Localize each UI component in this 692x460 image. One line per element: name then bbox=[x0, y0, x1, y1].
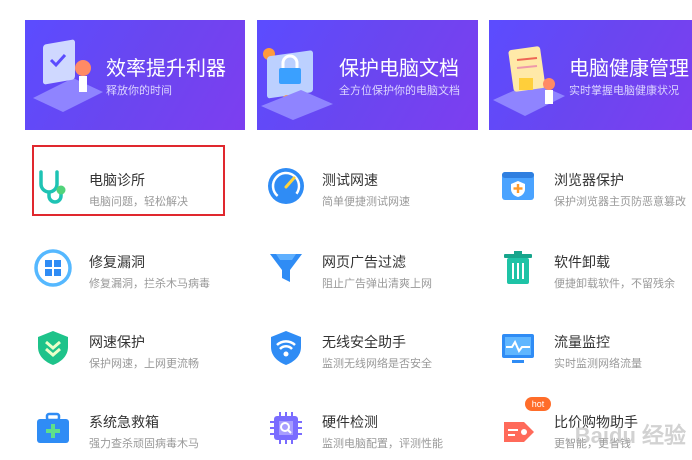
tool-name: 网页广告过滤 bbox=[322, 254, 406, 270]
tool-name: 系统急救箱 bbox=[89, 414, 159, 430]
speedometer-icon bbox=[268, 168, 304, 204]
tool-desc: 便捷卸载软件，不留残余 bbox=[554, 278, 675, 290]
banner-health[interactable]: 电脑健康管理 实时掌握电脑健康状况 bbox=[489, 20, 692, 130]
tool-browser-protect[interactable]: 浏览器保护 保护浏览器主页防恶意篡改 bbox=[490, 158, 692, 218]
tool-name: 无线安全助手 bbox=[322, 334, 406, 350]
browser-shield-icon bbox=[502, 172, 534, 200]
tool-first-aid[interactable]: 系统急救箱 强力查杀顽固病毒木马 bbox=[25, 400, 245, 460]
tool-name: 软件卸载 bbox=[554, 254, 610, 270]
efficiency-illustration-icon bbox=[33, 39, 103, 112]
tool-desc: 强力查杀顽固病毒木马 bbox=[89, 438, 199, 450]
wifi-shield-icon bbox=[271, 331, 301, 365]
banner-subtitle: 实时掌握电脑健康状况 bbox=[569, 85, 679, 97]
health-report-illustration-icon bbox=[493, 46, 565, 116]
banner-protect-docs[interactable]: 保护电脑文档 全方位保护你的电脑文档 bbox=[257, 20, 478, 130]
tool-desc: 保护网速，上网更流畅 bbox=[89, 358, 199, 370]
tool-ad-filter[interactable]: 网页广告过滤 阻止广告弹出清爽上网 bbox=[258, 240, 478, 300]
speed-shield-icon bbox=[38, 331, 68, 365]
tool-name: 测试网速 bbox=[322, 172, 378, 188]
tool-desc: 实时监测网络流量 bbox=[554, 358, 642, 370]
banner-subtitle: 释放你的时间 bbox=[106, 85, 172, 97]
hot-badge: hot bbox=[525, 397, 551, 411]
tool-traffic-monitor[interactable]: 流量监控 实时监测网络流量 bbox=[490, 320, 692, 380]
tool-speed-protect[interactable]: 网速保护 保护网速，上网更流畅 bbox=[25, 320, 245, 380]
monitor-icon bbox=[502, 334, 534, 363]
tool-name: 流量监控 bbox=[554, 334, 610, 350]
tool-desc: 简单便捷测试网速 bbox=[322, 196, 410, 208]
document-lock-illustration-icon bbox=[261, 48, 333, 120]
tool-uninstall[interactable]: 软件卸载 便捷卸载软件，不留残余 bbox=[490, 240, 692, 300]
selection-highlight bbox=[32, 145, 225, 216]
windows-repair-icon bbox=[34, 249, 72, 287]
trash-icon bbox=[504, 251, 532, 284]
chip-icon bbox=[270, 412, 302, 444]
tool-desc: 修复漏洞，拦杀木马病毒 bbox=[89, 278, 210, 290]
tool-fix-vuln[interactable]: 修复漏洞 修复漏洞，拦杀木马病毒 bbox=[25, 240, 245, 300]
banner-subtitle: 全方位保护你的电脑文档 bbox=[339, 85, 460, 97]
tool-name: 浏览器保护 bbox=[554, 172, 624, 188]
tool-speed-test[interactable]: 测试网速 简单便捷测试网速 bbox=[258, 158, 478, 218]
banner-title: 保护电脑文档 bbox=[339, 58, 459, 80]
banner-efficiency[interactable]: 效率提升利器 释放你的时间 bbox=[25, 20, 245, 130]
banner-title: 效率提升利器 bbox=[106, 58, 226, 80]
first-aid-icon bbox=[37, 412, 69, 443]
banner-title: 电脑健康管理 bbox=[569, 58, 689, 80]
ad-filter-icon bbox=[270, 254, 302, 282]
tool-desc: 监测电脑配置，评测性能 bbox=[322, 438, 443, 450]
tool-name: 网速保护 bbox=[89, 334, 145, 350]
tool-hardware-check[interactable]: 硬件检测 监测电脑配置，评测性能 bbox=[258, 400, 478, 460]
price-tag-icon bbox=[504, 422, 534, 442]
watermark: Baidu 经验 bbox=[574, 423, 686, 448]
tool-desc: 阻止广告弹出清爽上网 bbox=[322, 278, 432, 290]
tool-name: 硬件检测 bbox=[322, 414, 378, 430]
tool-wifi-security[interactable]: 无线安全助手 监测无线网络是否安全 bbox=[258, 320, 478, 380]
tool-desc: 监测无线网络是否安全 bbox=[322, 358, 432, 370]
tool-name: 修复漏洞 bbox=[89, 254, 145, 270]
tool-desc: 保护浏览器主页防恶意篡改 bbox=[554, 196, 686, 208]
